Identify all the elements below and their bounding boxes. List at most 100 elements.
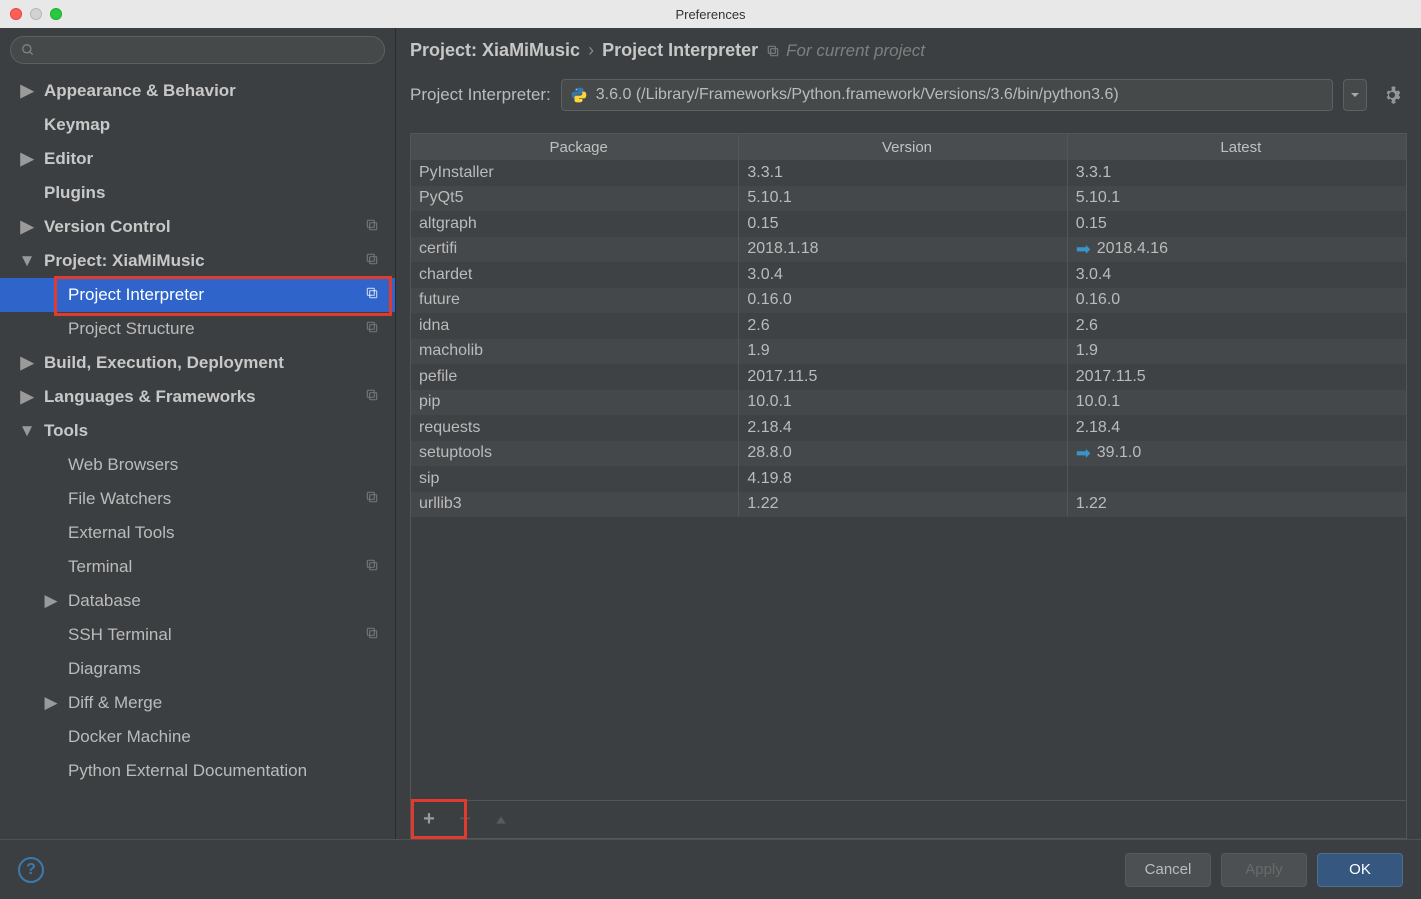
- breadcrumb: Project: XiaMiMusic › Project Interprete…: [410, 40, 1407, 61]
- header-latest[interactable]: Latest: [1068, 134, 1406, 160]
- sidebar-item-project-xiamimusic[interactable]: ▼Project: XiaMiMusic: [0, 244, 395, 278]
- copy-icon: [365, 625, 379, 645]
- gear-icon: [1383, 86, 1401, 104]
- cell-package: requests: [411, 415, 739, 441]
- table-row[interactable]: future0.16.00.16.0: [411, 288, 1406, 314]
- table-row[interactable]: pefile2017.11.52017.11.5: [411, 364, 1406, 390]
- sidebar-item-keymap[interactable]: Keymap: [0, 108, 395, 142]
- cell-package: altgraph: [411, 211, 739, 237]
- chevron-down-icon: ▼: [20, 421, 34, 441]
- table-row[interactable]: macholib1.91.9: [411, 339, 1406, 365]
- sidebar-item-languages-frameworks[interactable]: ▶Languages & Frameworks: [0, 380, 395, 414]
- cell-latest: 3.0.4: [1068, 262, 1406, 288]
- copy-icon: [365, 319, 379, 339]
- chevron-right-icon: ▶: [20, 149, 34, 169]
- sidebar-item-label: External Tools: [68, 523, 174, 543]
- sidebar-item-terminal[interactable]: Terminal: [0, 550, 395, 584]
- maximize-window-button[interactable]: [50, 8, 62, 20]
- sidebar-item-file-watchers[interactable]: File Watchers: [0, 482, 395, 516]
- cancel-button[interactable]: Cancel: [1125, 853, 1211, 887]
- sidebar-item-database[interactable]: ▶Database: [0, 584, 395, 618]
- sidebar-item-label: Version Control: [44, 217, 171, 237]
- cell-latest: 2017.11.5: [1068, 364, 1406, 390]
- copy-icon: [365, 557, 379, 577]
- chevron-down-icon: [1350, 90, 1360, 100]
- chevron-right-icon: ▶: [20, 81, 34, 101]
- interpreter-dropdown-button[interactable]: [1343, 79, 1367, 111]
- sidebar-item-project-interpreter[interactable]: Project Interpreter: [0, 278, 395, 312]
- table-row[interactable]: PyQt55.10.15.10.1: [411, 186, 1406, 212]
- package-toolbar: + −: [410, 801, 1407, 839]
- cell-package: setuptools: [411, 441, 739, 467]
- cell-package: future: [411, 288, 739, 314]
- header-package[interactable]: Package: [411, 134, 739, 160]
- remove-package-button[interactable]: −: [447, 801, 483, 838]
- sidebar-item-web-browsers[interactable]: Web Browsers: [0, 448, 395, 482]
- sidebar-item-label: Languages & Frameworks: [44, 387, 256, 407]
- table-row[interactable]: urllib31.221.22: [411, 492, 1406, 518]
- cell-version: 0.15: [739, 211, 1067, 237]
- apply-button[interactable]: Apply: [1221, 853, 1307, 887]
- cell-package: chardet: [411, 262, 739, 288]
- sidebar-item-label: Diagrams: [68, 659, 141, 679]
- table-row[interactable]: certifi2018.1.18➡2018.4.16: [411, 237, 1406, 263]
- table-row[interactable]: pip10.0.110.0.1: [411, 390, 1406, 416]
- sidebar-item-docker-machine[interactable]: Docker Machine: [0, 720, 395, 754]
- sidebar-item-label: Python External Documentation: [68, 761, 307, 781]
- help-button[interactable]: ?: [18, 857, 44, 883]
- sidebar-item-version-control[interactable]: ▶Version Control: [0, 210, 395, 244]
- cell-version: 0.16.0: [739, 288, 1067, 314]
- table-row[interactable]: idna2.62.6: [411, 313, 1406, 339]
- content-area: Project: XiaMiMusic › Project Interprete…: [396, 28, 1421, 839]
- cell-version: 28.8.0: [739, 441, 1067, 467]
- table-row[interactable]: PyInstaller3.3.13.3.1: [411, 160, 1406, 186]
- upgrade-arrow-icon: ➡: [1076, 443, 1091, 464]
- sidebar-item-diagrams[interactable]: Diagrams: [0, 652, 395, 686]
- cell-version: 10.0.1: [739, 390, 1067, 416]
- sidebar-item-label: Tools: [44, 421, 88, 441]
- cell-package: sip: [411, 466, 739, 492]
- sidebar-item-python-external-documentation[interactable]: Python External Documentation: [0, 754, 395, 788]
- table-row[interactable]: requests2.18.42.18.4: [411, 415, 1406, 441]
- copy-icon: [365, 251, 379, 271]
- interpreter-select[interactable]: 3.6.0 (/Library/Frameworks/Python.framew…: [561, 79, 1333, 111]
- sidebar-item-ssh-terminal[interactable]: SSH Terminal: [0, 618, 395, 652]
- cell-version: 2018.1.18: [739, 237, 1067, 263]
- sidebar-item-diff-merge[interactable]: ▶Diff & Merge: [0, 686, 395, 720]
- copy-icon: [365, 387, 379, 407]
- close-window-button[interactable]: [10, 8, 22, 20]
- table-row[interactable]: sip4.19.8: [411, 466, 1406, 492]
- sidebar-item-tools[interactable]: ▼ Tools: [0, 414, 395, 448]
- interpreter-label: Project Interpreter:: [410, 85, 551, 105]
- upgrade-package-button[interactable]: [483, 801, 519, 838]
- copy-icon: [766, 44, 780, 58]
- minimize-window-button[interactable]: [30, 8, 42, 20]
- cell-latest: 5.10.1: [1068, 186, 1406, 212]
- breadcrumb-separator: ›: [588, 40, 594, 61]
- header-version[interactable]: Version: [739, 134, 1067, 160]
- cell-version: 1.9: [739, 339, 1067, 365]
- breadcrumb-page: Project Interpreter: [602, 40, 758, 61]
- sidebar-item-label: Diff & Merge: [68, 693, 162, 713]
- sidebar-item-build-execution-deployment[interactable]: ▶Build, Execution, Deployment: [0, 346, 395, 380]
- table-row[interactable]: altgraph0.150.15: [411, 211, 1406, 237]
- interpreter-settings-button[interactable]: [1377, 80, 1407, 110]
- sidebar-item-label: Database: [68, 591, 141, 611]
- add-package-button[interactable]: +: [411, 801, 447, 838]
- sidebar-item-appearance-behavior[interactable]: ▶Appearance & Behavior: [0, 74, 395, 108]
- table-row[interactable]: setuptools28.8.0➡39.1.0: [411, 441, 1406, 467]
- search-input[interactable]: [10, 36, 385, 64]
- interpreter-row: Project Interpreter: 3.6.0 (/Library/Fra…: [410, 79, 1407, 111]
- ok-button[interactable]: OK: [1317, 853, 1403, 887]
- sidebar-item-label: Keymap: [44, 115, 110, 135]
- sidebar-item-project-structure[interactable]: Project Structure: [0, 312, 395, 346]
- sidebar-item-plugins[interactable]: Plugins: [0, 176, 395, 210]
- sidebar-item-editor[interactable]: ▶Editor: [0, 142, 395, 176]
- table-row[interactable]: chardet3.0.43.0.4: [411, 262, 1406, 288]
- cell-latest: 10.0.1: [1068, 390, 1406, 416]
- search-icon: [21, 43, 35, 57]
- sidebar-item-label: Plugins: [44, 183, 105, 203]
- sidebar-item-external-tools[interactable]: External Tools: [0, 516, 395, 550]
- sidebar-item-label: Build, Execution, Deployment: [44, 353, 284, 373]
- cell-version: 3.0.4: [739, 262, 1067, 288]
